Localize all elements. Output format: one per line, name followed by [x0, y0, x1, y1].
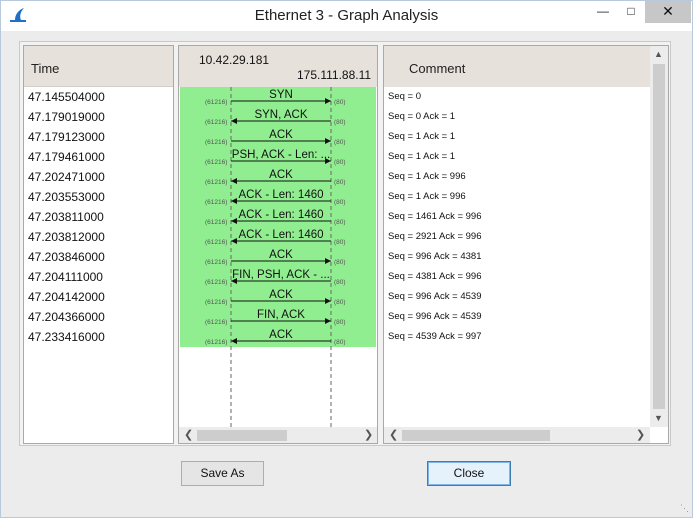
comment-horizontal-scrollbar[interactable]: ❮ ❯	[384, 427, 650, 443]
scroll-left-icon[interactable]: ❮	[389, 428, 398, 441]
time-row[interactable]: 47.204366000	[24, 307, 173, 327]
flow-graph: (61216) (80) SYN (61216) (80) SYN, ACK (61216)…	[180, 87, 376, 427]
port-b-label: (80)	[334, 219, 346, 226]
port-b-label: (80)	[334, 339, 346, 346]
time-row[interactable]: 47.179123000	[24, 127, 173, 147]
comment-row[interactable]: Seq = 996 Ack = 4539	[384, 307, 668, 327]
comment-vscroll-thumb[interactable]	[653, 64, 665, 409]
time-list: 47.145504000 47.179019000 47.179123000 47.1…	[24, 87, 173, 347]
graph-analysis-window: Ethernet 3 - Graph Analysis — □ ✕ Time 4…	[0, 0, 693, 518]
port-a-label: (61216)	[205, 179, 227, 186]
flow-label: ACK	[269, 289, 293, 301]
time-row[interactable]: 47.203846000	[24, 247, 173, 267]
comment-row[interactable]: Seq = 0	[384, 87, 668, 107]
scroll-right-icon[interactable]: ❯	[636, 428, 645, 441]
comment-row[interactable]: Seq = 4381 Ack = 996	[384, 267, 668, 287]
flow-label: ACK	[269, 329, 293, 341]
time-row[interactable]: 47.179019000	[24, 107, 173, 127]
time-header: Time	[24, 46, 173, 87]
time-row[interactable]: 47.145504000	[24, 87, 173, 107]
close-window-button[interactable]: ✕	[645, 1, 691, 23]
graph-horizontal-scrollbar[interactable]: ❮ ❯	[179, 427, 377, 443]
port-a-label: (61216)	[205, 119, 227, 126]
port-b-label: (80)	[334, 99, 346, 106]
port-b-label: (80)	[334, 119, 346, 126]
graph-panel[interactable]: 10.42.29.181 175.111.88.11 (61216) (80) SY…	[178, 45, 378, 444]
port-a-label: (61216)	[205, 199, 227, 206]
time-panel[interactable]: Time 47.145504000 47.179019000 47.17912300…	[23, 45, 174, 444]
port-a-label: (61216)	[205, 319, 227, 326]
flow-label: ACK - Len: 1460	[238, 189, 323, 201]
comment-row[interactable]: Seq = 996 Ack = 4539	[384, 287, 668, 307]
port-b-label: (80)	[334, 179, 346, 186]
flow-label: SYN, ACK	[254, 109, 307, 121]
comment-panel[interactable]: Comment Seq = 0 Seq = 0 Ack = 1 Seq = 1 Ac…	[383, 45, 669, 444]
port-b-label: (80)	[334, 159, 346, 166]
port-a-label: (61216)	[205, 99, 227, 106]
port-a-label: (61216)	[205, 139, 227, 146]
port-b-label: (80)	[334, 299, 346, 306]
comment-row[interactable]: Seq = 0 Ack = 1	[384, 107, 668, 127]
flow-label: SYN	[269, 89, 293, 101]
comment-row[interactable]: Seq = 996 Ack = 4381	[384, 247, 668, 267]
port-b-label: (80)	[334, 139, 346, 146]
flow-label: ACK	[269, 129, 293, 141]
port-a-label: (61216)	[205, 239, 227, 246]
flow-label: PSH, ACK - Len: ...	[232, 149, 330, 161]
port-a-label: (61216)	[205, 279, 227, 286]
time-row[interactable]: 47.179461000	[24, 147, 173, 167]
comment-header: Comment	[384, 46, 650, 87]
time-row[interactable]: 47.203812000	[24, 227, 173, 247]
time-row[interactable]: 47.202471000	[24, 167, 173, 187]
time-row[interactable]: 47.204111000	[24, 267, 173, 287]
comment-row[interactable]: Seq = 1 Ack = 996	[384, 187, 668, 207]
graph-scroll-thumb[interactable]	[197, 430, 287, 441]
port-b-label: (80)	[334, 239, 346, 246]
time-row[interactable]: 47.233416000	[24, 327, 173, 347]
comment-row[interactable]: Seq = 1 Ack = 1	[384, 147, 668, 167]
port-a-label: (61216)	[205, 299, 227, 306]
comment-vertical-scrollbar[interactable]: ▲ ▼	[650, 46, 668, 427]
port-a-label: (61216)	[205, 339, 227, 346]
comment-row[interactable]: Seq = 4539 Ack = 997	[384, 327, 668, 347]
scroll-down-icon[interactable]: ▼	[654, 413, 663, 423]
comment-row[interactable]: Seq = 2921 Ack = 996	[384, 227, 668, 247]
port-a-label: (61216)	[205, 159, 227, 166]
close-button[interactable]: Close	[427, 461, 511, 486]
port-a-label: (61216)	[205, 219, 227, 226]
port-a-label: (61216)	[205, 259, 227, 266]
minimize-button[interactable]: —	[589, 1, 617, 23]
save-as-button[interactable]: Save As	[181, 461, 264, 486]
port-b-label: (80)	[334, 199, 346, 206]
flow-label: FIN, PSH, ACK - ...	[232, 269, 330, 281]
comment-list: Seq = 0 Seq = 0 Ack = 1 Seq = 1 Ack = 1 Seq…	[384, 87, 668, 347]
scroll-up-icon[interactable]: ▲	[654, 49, 663, 59]
time-row[interactable]: 47.203811000	[24, 207, 173, 227]
port-b-label: (80)	[334, 279, 346, 286]
maximize-button[interactable]: □	[617, 1, 645, 23]
time-row[interactable]: 47.203553000	[24, 187, 173, 207]
scroll-left-icon[interactable]: ❮	[184, 428, 193, 441]
flow-label: ACK	[269, 169, 293, 181]
title-bar: Ethernet 3 - Graph Analysis — □ ✕	[1, 1, 692, 31]
flow-label: ACK - Len: 1460	[238, 209, 323, 221]
port-b-label: (80)	[334, 259, 346, 266]
flow-label: ACK	[269, 249, 293, 261]
comment-row[interactable]: Seq = 1 Ack = 996	[384, 167, 668, 187]
time-row[interactable]: 47.204142000	[24, 287, 173, 307]
comment-row[interactable]: Seq = 1461 Ack = 996	[384, 207, 668, 227]
flow-label: FIN, ACK	[257, 309, 305, 321]
comment-row[interactable]: Seq = 1 Ack = 1	[384, 127, 668, 147]
flow-label: ACK - Len: 1460	[238, 229, 323, 241]
resize-grip-icon[interactable]: ⋱	[680, 503, 689, 514]
scroll-right-icon[interactable]: ❯	[364, 428, 373, 441]
comment-hscroll-thumb[interactable]	[402, 430, 550, 441]
port-b-label: (80)	[334, 319, 346, 326]
